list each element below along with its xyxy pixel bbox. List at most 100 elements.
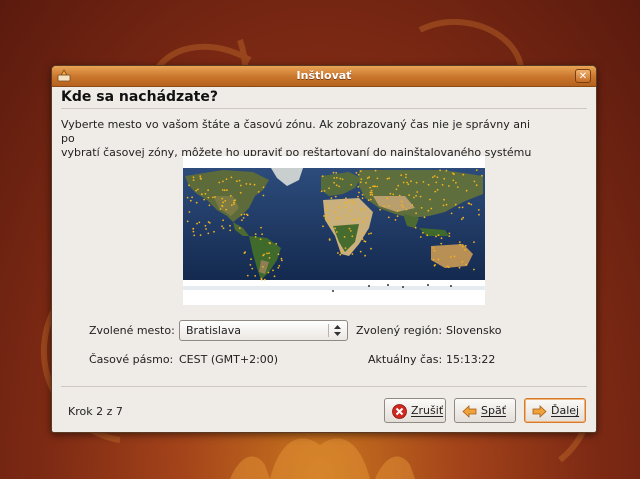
city-marker xyxy=(362,221,364,223)
city-marker xyxy=(250,258,252,261)
city-marker xyxy=(467,202,470,205)
city-marker xyxy=(405,208,408,211)
city-marker xyxy=(475,169,478,171)
city-marker xyxy=(365,181,367,184)
city-marker xyxy=(429,198,431,201)
city-marker xyxy=(376,185,379,188)
city-marker xyxy=(427,284,429,286)
city-marker xyxy=(370,189,373,192)
city-marker xyxy=(443,198,445,201)
city-marker xyxy=(361,193,364,196)
city-marker xyxy=(350,209,353,212)
city-marker xyxy=(359,170,362,173)
city-marker xyxy=(422,181,425,183)
city-marker xyxy=(419,236,422,238)
city-marker xyxy=(277,266,280,269)
city-marker xyxy=(260,278,263,281)
city-select[interactable]: Bratislava xyxy=(179,320,348,341)
region-value: Slovensko xyxy=(446,324,502,337)
city-marker xyxy=(195,201,198,204)
city-marker xyxy=(442,204,445,207)
city-marker xyxy=(446,265,449,268)
back-button[interactable]: Späť xyxy=(454,398,516,423)
cancel-icon xyxy=(392,404,407,419)
city-marker xyxy=(192,179,195,181)
city-marker xyxy=(359,250,362,253)
city-marker xyxy=(362,232,365,235)
city-marker xyxy=(229,224,231,227)
city-marker xyxy=(441,183,444,186)
city-marker xyxy=(219,208,222,210)
city-marker xyxy=(238,227,241,230)
city-marker xyxy=(436,176,439,179)
city-marker xyxy=(477,209,480,211)
close-icon[interactable]: ✕ xyxy=(575,69,591,83)
city-marker xyxy=(349,230,352,232)
city-marker xyxy=(280,257,283,260)
city-marker xyxy=(341,250,343,253)
city-marker xyxy=(221,225,223,228)
city-marker xyxy=(233,201,235,204)
city-marker xyxy=(481,174,483,177)
city-marker xyxy=(243,252,246,254)
city-marker xyxy=(351,253,354,255)
city-marker xyxy=(400,204,403,207)
timezone-value: CEST (GMT+2:00) xyxy=(179,353,279,366)
city-marker xyxy=(473,241,475,243)
city-marker xyxy=(344,247,347,249)
city-marker xyxy=(254,233,257,235)
window-titlebar[interactable]: Inštlovať ✕ xyxy=(52,66,596,87)
timezone-world-map[interactable] xyxy=(183,156,485,305)
city-marker xyxy=(363,208,366,211)
city-marker xyxy=(245,183,248,185)
city-marker xyxy=(249,264,252,266)
city-marker xyxy=(386,177,389,180)
city-marker xyxy=(326,209,329,212)
city-marker xyxy=(450,212,453,215)
city-marker xyxy=(323,190,326,192)
city-marker xyxy=(478,213,480,216)
city-marker xyxy=(400,200,403,203)
city-marker xyxy=(225,208,228,211)
city-marker xyxy=(349,200,351,202)
city-marker xyxy=(445,169,448,172)
city-marker xyxy=(408,194,410,196)
city-marker xyxy=(440,237,443,240)
city-marker xyxy=(254,275,257,277)
city-marker xyxy=(348,227,351,230)
city-marker xyxy=(260,226,262,229)
city-marker xyxy=(223,189,226,192)
city-marker xyxy=(464,248,466,251)
city-marker xyxy=(458,206,461,209)
city-marker xyxy=(415,194,417,197)
city-marker xyxy=(273,275,276,278)
city-marker xyxy=(432,247,435,249)
city-marker xyxy=(267,271,270,274)
city-marker xyxy=(473,268,475,271)
city-marker xyxy=(186,220,189,223)
city-marker xyxy=(222,201,224,204)
city-marker xyxy=(245,213,248,216)
city-marker xyxy=(208,204,211,207)
city-marker xyxy=(402,286,404,288)
city-marker xyxy=(361,238,364,240)
city-marker xyxy=(189,199,192,202)
city-marker xyxy=(406,181,408,184)
city-marker xyxy=(204,192,207,195)
city-marker xyxy=(240,213,243,216)
city-marker xyxy=(332,171,335,174)
city-marker xyxy=(369,193,372,196)
city-marker xyxy=(192,176,195,179)
city-marker xyxy=(447,266,450,269)
city-marker xyxy=(198,221,201,224)
city-marker xyxy=(257,191,260,193)
quit-button[interactable]: Zrušiť xyxy=(384,398,446,423)
city-marker xyxy=(188,184,190,187)
city-marker xyxy=(397,184,400,187)
city-marker xyxy=(473,180,476,183)
next-button[interactable]: Ďalej xyxy=(524,398,586,423)
city-marker xyxy=(450,285,452,287)
city-marker xyxy=(427,209,430,212)
city-marker xyxy=(207,221,210,223)
city-marker xyxy=(459,243,461,246)
